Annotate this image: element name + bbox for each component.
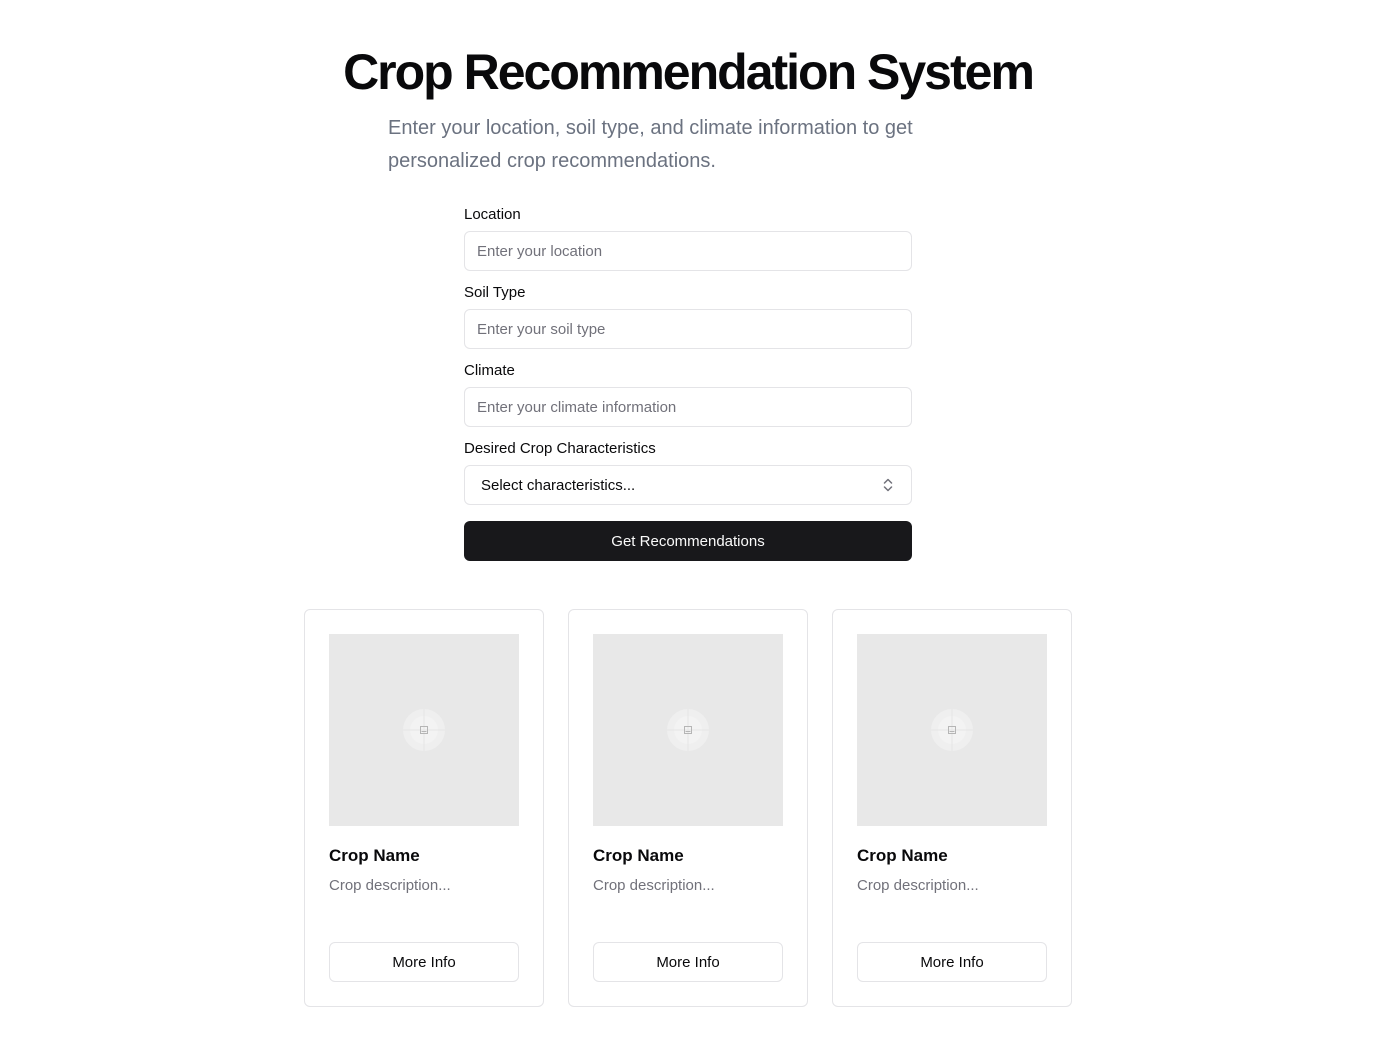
crop-description: Crop description...: [329, 877, 451, 894]
more-info-button[interactable]: More Info: [593, 942, 783, 982]
crop-name: Crop Name: [857, 846, 948, 865]
crop-card: Crop Name Crop description... More Info: [568, 609, 808, 1007]
crop-image-placeholder: [329, 634, 519, 826]
soil-type-label: Soil Type: [464, 284, 526, 301]
image-placeholder-icon: [403, 709, 445, 751]
crop-card: Crop Name Crop description... More Info: [832, 609, 1072, 1007]
location-input[interactable]: [464, 231, 912, 271]
page-title: Crop Recommendation System: [343, 44, 1035, 100]
soil-type-input[interactable]: [464, 309, 912, 349]
more-info-button[interactable]: More Info: [329, 942, 519, 982]
chevron-up-down-icon: [881, 477, 895, 493]
characteristics-selected-value: Select characteristics...: [481, 476, 636, 494]
characteristics-label: Desired Crop Characteristics: [464, 440, 656, 457]
climate-label: Climate: [464, 362, 515, 379]
get-recommendations-button[interactable]: Get Recommendations: [464, 521, 912, 561]
crop-name: Crop Name: [329, 846, 420, 865]
crop-description: Crop description...: [593, 877, 715, 894]
crop-image-placeholder: [857, 634, 1047, 826]
page: Crop Recommendation System Enter your lo…: [0, 0, 1376, 1055]
crop-name: Crop Name: [593, 846, 684, 865]
more-info-button[interactable]: More Info: [857, 942, 1047, 982]
recommendation-form: Location Soil Type Climate Desired Crop …: [464, 205, 912, 561]
characteristics-select[interactable]: Select characteristics...: [464, 465, 912, 505]
image-placeholder-icon: [667, 709, 709, 751]
image-placeholder-icon: [931, 709, 973, 751]
climate-input[interactable]: [464, 387, 912, 427]
crop-cards: Crop Name Crop description... More Info …: [304, 609, 1072, 1007]
crop-card: Crop Name Crop description... More Info: [304, 609, 544, 1007]
crop-image-placeholder: [593, 634, 783, 826]
page-subtitle: Enter your location, soil type, and clim…: [388, 117, 913, 172]
crop-description: Crop description...: [857, 877, 979, 894]
location-label: Location: [464, 206, 521, 223]
